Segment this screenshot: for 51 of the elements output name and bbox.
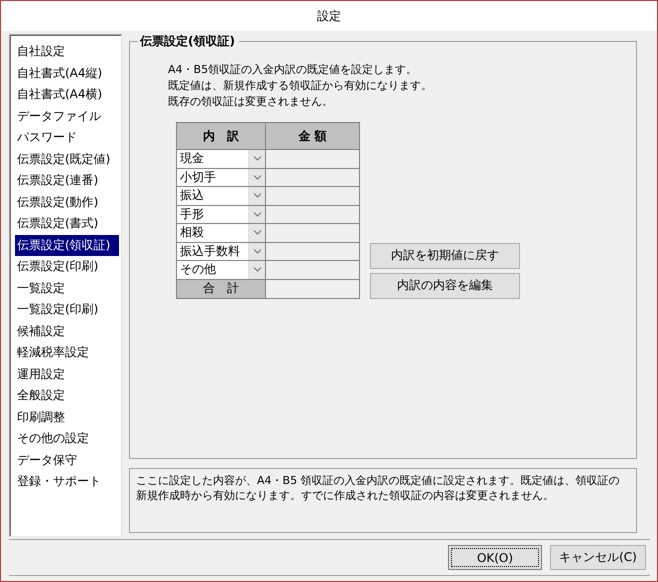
cancel-button[interactable]: キャンセル(C) [550,545,646,570]
column-header: 金 額 [266,123,359,150]
action-button[interactable]: 内訳を初期値に戻す [370,242,520,268]
sidebar-item[interactable]: データファイル [15,106,119,127]
column-header: 内 訳 [177,123,266,150]
sidebar-item[interactable]: 軽減税率設定 [15,342,119,364]
note-text: ここに設定した内容が、A4・B5 領収証の入金内訳の既定値に設定されます。既定値は、領収証の新規作成時から有効になります。すでに作成された領収証の内容は変更されません。 [129,468,637,533]
sidebar-item[interactable]: 自社設定 [15,41,119,62]
description-text: 既定値は、新規作成する領収証から有効になります。 [168,78,433,94]
sidebar-item[interactable]: 伝票設定(既定値) [15,148,119,170]
description-text: A4・B5領収証の入金内訳の既定値を設定します。 [168,62,418,78]
sidebar-item[interactable]: データ保守 [15,450,119,471]
sidebar-item[interactable]: 登録・サポート [15,471,119,492]
ok-button[interactable]: OK(O) [448,545,542,570]
total-label: 合 計 [177,280,266,298]
description-text: 既存の領収証は変更されません。 [168,94,334,110]
sidebar-item[interactable]: 運用設定 [15,364,119,385]
sidebar-item[interactable]: 印刷調整 [15,406,119,428]
chevron-down-icon [252,212,262,217]
sidebar-item[interactable]: 伝票設定(領収証) [15,234,119,256]
item-dropdown[interactable]: 現金 [177,150,266,168]
sidebar-item[interactable]: 伝票設定(連番) [15,170,119,192]
sidebar-item[interactable]: パスワード [15,127,119,148]
amount-cell[interactable] [266,168,359,187]
sidebar-item[interactable]: その他の設定 [15,428,119,450]
sidebar-item[interactable]: 自社書式(A4縦) [15,62,119,84]
item-dropdown[interactable]: 相殺 [177,224,266,242]
amount-cell[interactable] [266,242,359,261]
chevron-down-icon [252,193,262,198]
action-button[interactable]: 内訳の内容を編集 [370,272,520,298]
item-dropdown[interactable]: 手形 [177,206,266,224]
group-title: 伝票設定(領収証) [138,33,239,50]
window-title: 設定 [317,8,341,24]
sidebar-item[interactable]: 伝票設定(書式) [15,213,119,234]
item-dropdown[interactable]: 振込 [177,187,266,206]
item-dropdown[interactable]: その他 [177,261,266,280]
sidebar-item[interactable]: 伝票設定(動作) [15,192,119,213]
sidebar-item[interactable]: 一覧設定(印刷) [15,299,119,320]
chevron-down-icon [252,156,262,162]
sidebar-item[interactable]: 候補設定 [15,320,119,342]
sidebar-item[interactable]: 伝票設定(印刷) [15,256,119,278]
sidebar-item[interactable]: 全般設定 [15,385,119,406]
chevron-down-icon [252,267,262,272]
amount-cell[interactable] [266,206,359,224]
item-dropdown[interactable]: 小切手 [177,168,266,187]
item-dropdown[interactable]: 振込手数料 [177,242,266,261]
chevron-down-icon [252,174,262,180]
chevron-down-icon [252,230,262,236]
sidebar-item[interactable]: 自社書式(A4横) [15,84,119,106]
sidebar-item[interactable]: 一覧設定 [15,278,119,299]
chevron-down-icon [252,248,262,254]
